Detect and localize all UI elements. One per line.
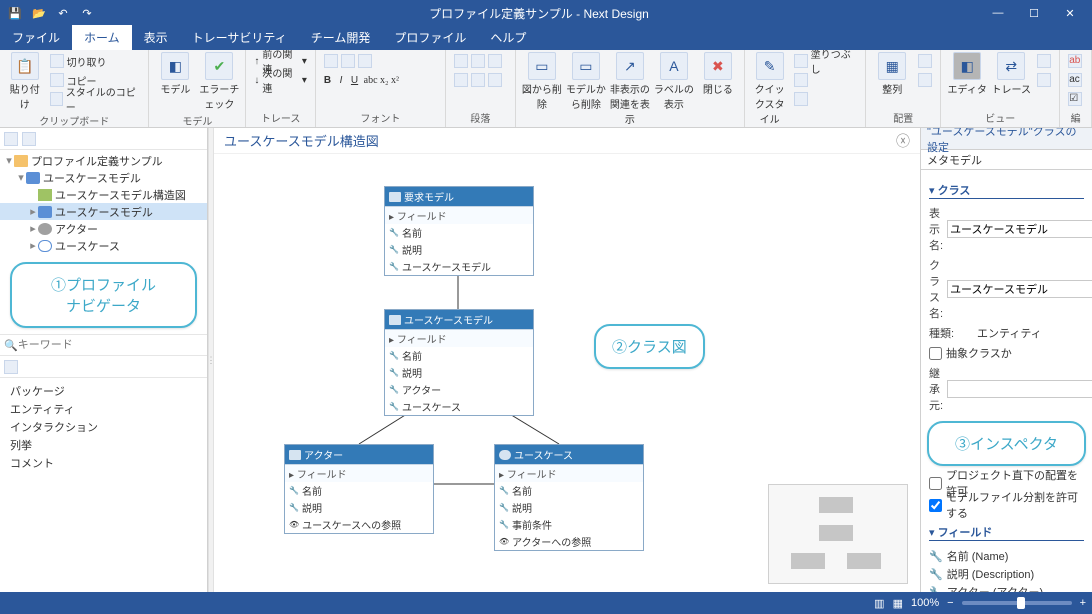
show-label-button[interactable]: Aラベルの表示 xyxy=(654,52,694,111)
minimize-icon[interactable]: — xyxy=(980,0,1016,26)
zoom-out-icon[interactable]: − xyxy=(947,597,953,609)
types-toolbar-icon[interactable] xyxy=(4,360,18,374)
tab-file[interactable]: ファイル xyxy=(0,25,72,50)
close-diagram-button[interactable]: ✖閉じる xyxy=(698,52,738,96)
scissors-icon xyxy=(50,54,64,68)
save-icon[interactable]: 💾 xyxy=(4,2,26,24)
tree-item[interactable]: ▸ユースケース xyxy=(0,237,207,254)
redo-icon[interactable]: ↷ xyxy=(76,2,98,24)
display-name-input[interactable] xyxy=(947,220,1092,238)
type-enum[interactable]: 列挙 xyxy=(6,436,201,454)
node-usecase-model[interactable]: ユースケースモデル ▸ フィールド 🔧名前 🔧説明 🔧アクター 🔧ユースケース xyxy=(384,309,534,416)
fill-button[interactable]: 塗りつぶし xyxy=(792,52,859,70)
callout-navigator: ①プロファイル ナビゲータ xyxy=(10,262,197,328)
refresh-icon[interactable] xyxy=(4,132,18,146)
quick-style-button[interactable]: ✎クイックスタイル xyxy=(751,52,789,126)
undo-icon[interactable]: ↶ xyxy=(52,2,74,24)
entity-icon xyxy=(389,315,401,325)
type-comment[interactable]: コメント xyxy=(6,454,201,472)
node-usecase[interactable]: ユースケース ▸ フィールド 🔧名前 🔧説明 🔧事前条件 👁アクターへの参照 xyxy=(494,444,644,551)
field-item[interactable]: 🔧 名前 (Name) xyxy=(929,547,1084,565)
entity-icon xyxy=(389,192,401,202)
tree-item[interactable]: ユースケースモデル構造図 xyxy=(0,186,207,203)
titlebar: 💾 📂 ↶ ↷ プロファイル定義サンプル - Next Design — ☐ ✕ xyxy=(0,0,1092,26)
callout-diagram: ②クラス図 xyxy=(594,324,705,369)
tree-item-selected[interactable]: ▸ユースケースモデル xyxy=(0,203,207,220)
inspector-title: "ユースケースモデル"クラスの設定 xyxy=(921,128,1092,150)
cut-button[interactable]: 切り取り xyxy=(48,52,143,70)
node-actor[interactable]: アクター ▸ フィールド 🔧名前 🔧説明 👁ユースケースへの参照 xyxy=(284,444,434,534)
type-entity[interactable]: エンティティ xyxy=(6,400,201,418)
tab-help[interactable]: ヘルプ xyxy=(478,25,538,50)
zoom-slider[interactable] xyxy=(962,601,1072,605)
search-icon: 🔍 xyxy=(4,339,18,352)
tree-item[interactable]: ▾ユースケースモデル xyxy=(0,169,207,186)
tab-profile[interactable]: プロファイル xyxy=(382,25,478,50)
field-item[interactable]: 🔧 説明 (Description) xyxy=(929,565,1084,583)
tab-trace[interactable]: トレーサビリティ xyxy=(180,25,299,50)
usecase-icon xyxy=(499,450,511,460)
class-name-input[interactable] xyxy=(947,280,1092,298)
model-button[interactable]: ◧モデル xyxy=(155,52,195,96)
type-list: パッケージ エンティティ インタラクション 列挙 コメント xyxy=(0,378,207,476)
inspector: "ユースケースモデル"クラスの設定 メタモデル クラス 表示名: クラス名: 種… xyxy=(920,128,1092,592)
show-hidden-button[interactable]: ↗非表示の関連を表示 xyxy=(610,52,650,126)
ribbon: 📋貼り付け 切り取り コピー スタイルのコピー クリップボード ◧モデル ✔エラ… xyxy=(0,50,1092,128)
brush-icon xyxy=(50,92,63,106)
status-bar: ▥ ▦ 100% − + xyxy=(0,592,1092,614)
section-field[interactable]: フィールド xyxy=(929,524,1084,541)
style-copy-button[interactable]: スタイルのコピー xyxy=(48,90,143,108)
tree-item[interactable]: ▸アクター xyxy=(0,220,207,237)
diagram-column: ユースケースモデル構造図 ⓧ 要求モデル ▸ フィールド 🔧名前 🔧説明 🔧ユー… xyxy=(214,128,920,592)
place-direct-checkbox[interactable] xyxy=(929,477,942,490)
profile-navigator: ▾プロファイル定義サンプル ▾ユースケースモデル ユースケースモデル構造図 ▸ユ… xyxy=(0,128,208,592)
align-button[interactable]: ▦整列 xyxy=(872,52,912,96)
window-title: プロファイル定義サンプル - Next Design xyxy=(98,5,980,22)
diagram-title: ユースケースモデル構造図 xyxy=(224,131,379,150)
editor-button[interactable]: ◧エディタ xyxy=(947,52,987,96)
diagram-close-icon[interactable]: ⓧ xyxy=(896,131,910,151)
inspector-tab-metamodel[interactable]: メタモデル xyxy=(921,150,1092,170)
zoom-in-icon[interactable]: + xyxy=(1080,597,1086,609)
node-requirement-model[interactable]: 要求モデル ▸ フィールド 🔧名前 🔧説明 🔧ユースケースモデル xyxy=(384,186,534,276)
next-relation-button[interactable]: ↓ 次の関連 ▾ xyxy=(252,71,308,89)
paintbucket-icon xyxy=(794,54,807,68)
menubar: ファイル ホーム 表示 トレーサビリティ チーム開発 プロファイル ヘルプ xyxy=(0,26,1092,50)
copy-icon xyxy=(50,73,64,87)
tab-team[interactable]: チーム開発 xyxy=(299,25,383,50)
maximize-icon[interactable]: ☐ xyxy=(1016,0,1052,26)
section-class[interactable]: クラス xyxy=(929,182,1084,199)
kind-value: エンティティ xyxy=(977,325,1042,341)
delete-from-diagram-button[interactable]: ▭図から削除 xyxy=(522,52,562,111)
type-interaction[interactable]: インタラクション xyxy=(6,418,201,436)
tab-home[interactable]: ホーム xyxy=(72,25,132,50)
allow-split-checkbox[interactable] xyxy=(929,499,942,512)
keyword-input[interactable] xyxy=(18,339,203,351)
diagram-canvas[interactable]: 要求モデル ▸ フィールド 🔧名前 🔧説明 🔧ユースケースモデル ユースケースモ… xyxy=(214,154,920,592)
navigator-toolbar xyxy=(0,128,207,150)
close-icon[interactable]: ✕ xyxy=(1052,0,1088,26)
callout-inspector: ③インスペクタ xyxy=(927,421,1086,466)
collapse-icon[interactable] xyxy=(22,132,36,146)
error-check-button[interactable]: ✔エラーチェック xyxy=(199,52,239,111)
tree-root[interactable]: ▾プロファイル定義サンプル xyxy=(0,152,207,169)
field-list: 🔧 名前 (Name) 🔧 説明 (Description) 🔧 アクター (ア… xyxy=(929,547,1084,592)
zoom-value: 100% xyxy=(911,597,939,609)
type-package[interactable]: パッケージ xyxy=(6,382,201,400)
tab-view[interactable]: 表示 xyxy=(132,25,180,50)
paste-button[interactable]: 📋貼り付け xyxy=(6,52,44,111)
abstract-checkbox[interactable] xyxy=(929,347,942,360)
trace-view-button[interactable]: ⇄トレース xyxy=(991,52,1031,96)
open-icon[interactable]: 📂 xyxy=(28,2,50,24)
delete-from-model-button[interactable]: ▭モデルから削除 xyxy=(566,52,606,111)
view-icon[interactable]: ▦ xyxy=(893,597,903,610)
actor-icon xyxy=(289,450,301,460)
minimap[interactable] xyxy=(768,484,908,584)
inherit-input[interactable] xyxy=(947,380,1092,398)
view-icon[interactable]: ▥ xyxy=(874,597,884,610)
field-item[interactable]: 🔧 アクター (アクター) xyxy=(929,583,1084,592)
navigator-tree: ▾プロファイル定義サンプル ▾ユースケースモデル ユースケースモデル構造図 ▸ユ… xyxy=(0,150,207,256)
